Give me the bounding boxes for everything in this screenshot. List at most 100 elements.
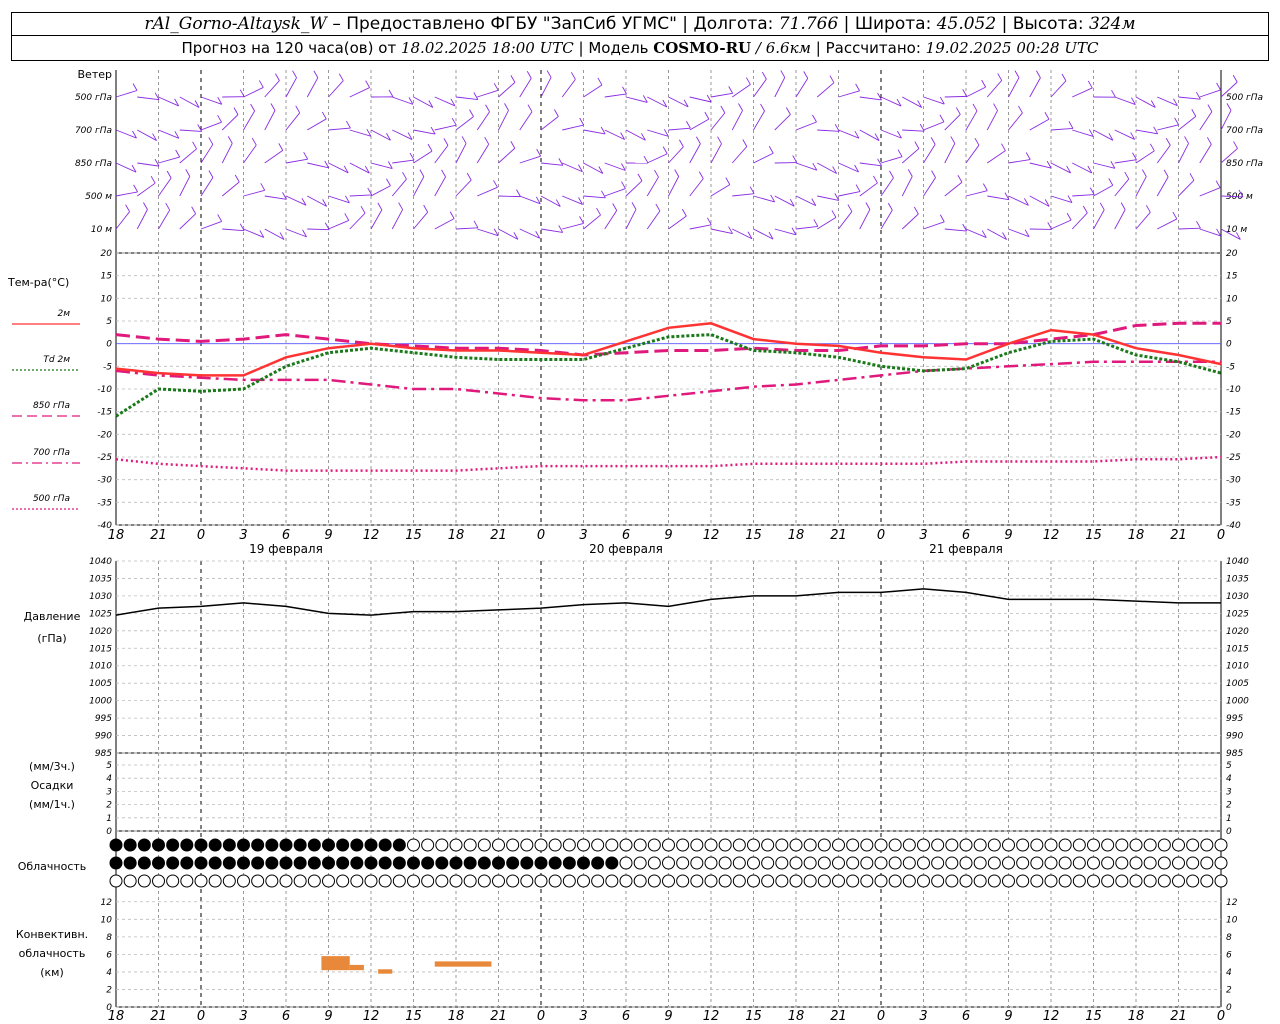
wind-barb-flag — [510, 75, 516, 83]
wind-barb-flag — [897, 149, 903, 157]
x-tick-label-bottom: 6 — [282, 1009, 290, 1024]
x-tick-label-bottom: 0 — [537, 1009, 545, 1024]
cloud-symbol — [1157, 874, 1171, 888]
cloud-symbol — [605, 838, 619, 852]
wind-barb — [1156, 145, 1171, 164]
pressure-ytick-right: 1030 — [1226, 592, 1249, 602]
wind-barb — [838, 129, 860, 139]
wind-barb — [413, 176, 425, 197]
cloud-symbol — [1200, 838, 1214, 852]
wind-barb — [1114, 209, 1126, 230]
cloud-symbol — [463, 838, 477, 852]
cloud-symbol — [690, 856, 704, 870]
wind-level-label-left: 10 м — [91, 225, 112, 235]
cloud-symbol — [449, 856, 463, 870]
wind-barb-flag — [1232, 74, 1238, 83]
wind-barb-flag — [313, 70, 319, 78]
precip-unit1: (мм/1ч.) — [29, 798, 75, 811]
wind-barb — [540, 77, 552, 98]
wind-barb-flag — [1191, 109, 1197, 117]
wind-barb-flag — [208, 137, 214, 145]
wind-barb — [200, 221, 222, 230]
x-tick-label-mid: 12 — [363, 528, 380, 543]
wind-barb — [1114, 96, 1136, 106]
wind-barb — [1029, 118, 1050, 131]
wind-barb-flag — [250, 103, 255, 112]
wind-level-label-left: 500 м — [85, 192, 112, 202]
wind-barb-flag — [1165, 138, 1171, 146]
wind-barb — [986, 150, 1006, 164]
wind-barb — [944, 143, 956, 164]
cloud-symbol — [1115, 838, 1129, 852]
cloud-symbol — [222, 856, 236, 870]
cloud-symbol — [166, 838, 180, 852]
wind-barb-flag — [344, 213, 350, 221]
wind-barb — [1135, 150, 1155, 164]
wind-barb-flag — [473, 220, 479, 229]
pressure-ytick-right: 1020 — [1226, 627, 1249, 637]
wind-barb — [965, 86, 986, 98]
wind-barb — [370, 209, 383, 230]
precip-ytick-right: 2 — [1226, 801, 1232, 811]
cloud-symbol — [477, 856, 491, 870]
cloud-symbol — [917, 838, 930, 852]
cloud-symbol — [817, 856, 831, 870]
cloud-symbol — [1115, 874, 1129, 888]
wind-barb-flag — [728, 86, 734, 94]
cloud-symbol — [945, 874, 959, 888]
cloud-symbol — [1058, 838, 1072, 852]
cloud-symbol — [562, 838, 576, 852]
cloud-symbol — [279, 874, 293, 888]
cloud-symbol — [647, 838, 661, 852]
wind-barb-flag — [1001, 143, 1006, 151]
cloud-symbol — [1101, 856, 1115, 870]
x-tick-label-bottom: 18 — [788, 1009, 805, 1024]
cloud-symbol — [336, 856, 350, 870]
wind-barb — [1135, 212, 1151, 230]
wind-barb — [1114, 178, 1130, 197]
wind-barb-flag — [365, 80, 371, 88]
wind-barb — [817, 217, 837, 230]
wind-barb-flag — [1099, 202, 1105, 211]
cloud-symbol — [647, 874, 661, 888]
cloud-symbol — [832, 838, 845, 852]
temp-ytick-right: 10 — [1226, 294, 1238, 304]
wind-barb-flag — [914, 141, 920, 149]
cloud-symbol — [605, 874, 619, 888]
wind-barb-flag — [745, 77, 751, 85]
cloud-symbol — [506, 856, 520, 870]
conv-ytick-right: 10 — [1226, 915, 1238, 925]
wind-barb — [795, 78, 809, 98]
wind-barb — [306, 77, 319, 98]
wind-barb — [901, 176, 913, 197]
wind-barb-flag — [1014, 70, 1020, 78]
temp-legend: 2м Td 2м 850 гПа 700 гПа 500 гПа — [12, 309, 80, 510]
wind-barb-flag — [596, 207, 601, 216]
cloud-symbol — [973, 838, 987, 852]
wind-barb — [1008, 159, 1031, 164]
chart-marks: 20 2015 1510 105 50 0-5 -5-10 -10-15 -15-20 -20-2… — [89, 70, 1249, 1024]
cloud-symbol — [392, 838, 406, 852]
wind-barb-flag — [251, 137, 257, 146]
wind-barb-flag — [185, 169, 191, 177]
wind-barb-flag — [855, 83, 861, 92]
cloud-symbol — [364, 874, 378, 888]
wind-barb — [455, 116, 474, 131]
x-tick-label-mid: 18 — [788, 528, 805, 543]
precip-ytick-left: 2 — [106, 801, 112, 811]
wind-barb — [817, 129, 840, 132]
cloud-symbol — [1186, 856, 1200, 870]
wind-barb — [243, 228, 264, 238]
wind-barb — [647, 153, 668, 164]
wind-barb — [285, 77, 297, 98]
wind-barb — [923, 177, 936, 197]
wind-barb — [901, 213, 919, 230]
cloud-symbol — [1058, 874, 1072, 888]
wind-barb — [965, 110, 978, 131]
cloud-symbol — [477, 838, 491, 852]
wind-barb — [498, 110, 509, 131]
wind-barb-flag — [717, 136, 722, 144]
wind-barb — [307, 118, 327, 131]
wind-barb — [1199, 144, 1212, 164]
wind-barb — [753, 152, 774, 164]
